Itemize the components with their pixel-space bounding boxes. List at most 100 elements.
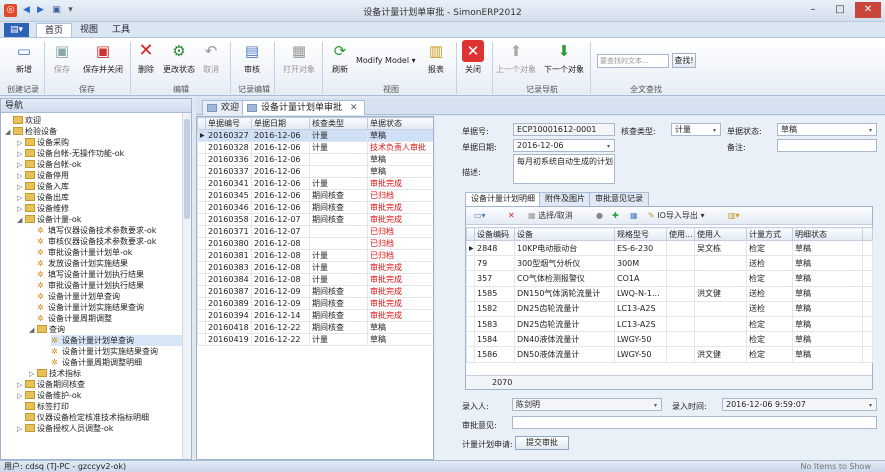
report-button[interactable]: ▥ 报表 [424,40,448,75]
column-header[interactable]: 设备 [514,227,615,241]
column-header[interactable]: 明细状态 [792,227,863,241]
tree-item[interactable]: ✲ 设备计量计划单查询 [51,335,186,346]
tree-item[interactable]: ✲ 填写设备计量计划执行结果 [37,269,144,280]
tree-item[interactable]: ▷ 设备授权人员调整-ok [17,423,113,434]
tree-item[interactable]: ◢ 设备计量-ok [17,214,81,225]
table-row[interactable]: ▶ 2848 10KP电动振动台 ES-6-230 吴文栋 检定 草稿 [466,239,873,257]
grid-icon[interactable]: ▦ [630,210,638,222]
tab-tools[interactable]: 工具 [104,23,138,37]
tab-plan-approval[interactable]: 设备计量计划单审批 ✕ [242,100,365,115]
tree-item[interactable]: ▷ 设备采购 [17,137,69,148]
entry-person-field[interactable]: 陈剑明 ▾ [512,398,662,411]
tree-item[interactable]: ▷ 设备台帐-ok [17,159,81,170]
column-header[interactable]: 计量方式 [746,227,793,241]
column-header[interactable]: 单据日期 [251,117,310,130]
calendar-dropdown-icon[interactable]: ▾ [604,141,613,150]
table-row[interactable]: 20160328 2016-12-06 计量 技术负责人审批 [197,141,433,154]
stop-icon[interactable]: ● [596,210,603,222]
collapse-icon[interactable]: ◢ [17,215,25,226]
table-row[interactable]: 20160387 2016-12-09 期间核查 审批完成 [197,285,433,298]
collapse-icon[interactable]: ◢ [5,127,13,138]
save-button[interactable]: ▣ 保存 [50,40,74,75]
dropdown-icon[interactable]: ▾ [651,400,660,409]
tree-item[interactable]: ▷ 设备期间核查 [17,379,85,390]
tree-item[interactable]: ▷ 设备出库 [17,192,69,203]
dropdown-icon[interactable]: ▾ [866,125,875,134]
tree-item[interactable]: 标签打印 [17,401,69,412]
io-button[interactable]: ✎ IO导入导出 ▾ [648,210,704,222]
nav-scrollbar[interactable] [182,113,191,459]
tree-item[interactable]: ✲ 设备计量计划单查询 [37,291,120,302]
tab-welcome[interactable]: 欢迎 [202,100,247,115]
tree-item[interactable]: ✲ 发放设备计划实施结果 [37,258,128,269]
add-icon[interactable]: ✚ [612,210,619,222]
desc-field[interactable]: 每月初系统自动生成的计划 [513,154,615,184]
tree-item[interactable]: ▷ 设备维护-ok [17,390,81,401]
table-row[interactable]: 20160345 2016-12-06 期间核查 已归档 [197,189,433,202]
column-header[interactable]: 核查类型 [309,117,368,130]
close-icon[interactable]: ✕ [855,2,881,18]
table-row[interactable]: 1583 DN25齿轮流量计 LC13-A2S 检定 草稿 [466,315,873,333]
report-icon[interactable]: ▥▾ [728,210,740,222]
tree-item[interactable]: ✲ 设备计量周期调整 [37,313,112,324]
tree-item[interactable]: ◢ 检验设备 [5,126,57,137]
dropdown-icon[interactable]: ▾ [866,400,875,409]
tab-home[interactable]: 首页 [36,23,73,37]
scrollbar-thumb[interactable] [184,119,190,219]
table-row[interactable]: 20160419 2016-12-22 计量 草稿 [197,333,433,346]
dropdown-icon[interactable]: ▾ [710,125,719,134]
table-row[interactable]: 20160341 2016-12-06 计量 审批完成 [197,177,433,190]
tree-item[interactable]: ✲ 设备计量周期调整明细 [51,357,142,368]
table-row[interactable]: 1586 DN50液体流量计 LWGY-50 洪文健 检定 草稿 [466,346,873,363]
entry-time-field[interactable]: 2016-12-06 9:59:07 ▾ [722,398,877,411]
maximize-icon[interactable]: □ [827,2,853,18]
new-button[interactable]: ▭ 新增 [10,40,38,75]
delete-button[interactable]: ✕ 删除 [134,40,158,75]
tree-item[interactable]: 仪器设备检定核准技术指标明细 [17,412,149,423]
next-object-button[interactable]: ⬇ 下一个对象 [544,40,584,75]
tab-view[interactable]: 视图 [72,23,106,37]
table-row[interactable]: 20160384 2016-12-08 计量 审批完成 [197,273,433,286]
tree-item[interactable]: ▷ 设备台帐-无操作功能-ok [17,148,124,159]
fulltext-search-input[interactable]: 要查找的文本... [597,54,669,68]
column-header[interactable]: 使用... [666,227,695,241]
doc-date-field[interactable]: 2016-12-06 ▾ [513,139,615,152]
tree-item[interactable]: ▷ 设备停用 [17,170,69,181]
table-row[interactable]: 20160381 2016-12-08 计量 已归档 [197,249,433,262]
tab-plan-details[interactable]: 设备计量计划明细 [465,192,541,207]
table-row[interactable]: 20160358 2016-12-07 期间核查 审批完成 [197,213,433,226]
tree-item[interactable]: ✲ 填写仪器设备技术参数要求-ok [37,225,156,236]
table-row[interactable]: 20160394 2016-12-14 期间核查 审批完成 [197,309,433,322]
tab-attachments[interactable]: 附件及图片 [539,192,591,206]
open-object-button[interactable]: ▦ 打开对象 [280,40,318,75]
table-row[interactable]: ▶ 20160327 2016-12-06 计量 草稿 [197,129,433,142]
tree-item[interactable]: ✲ 设备计量计划实施结果查询 [51,346,158,357]
table-row[interactable]: 1584 DN40液体流量计 LWGY-50 检定 草稿 [466,331,873,348]
table-row[interactable]: 20160336 2016-12-06 草稿 [197,153,433,166]
save-close-button[interactable]: ▣ 保存并关闭 [80,40,126,75]
check-type-select[interactable]: 计量 ▾ [671,123,721,136]
column-header[interactable]: 单据编号 [205,117,252,130]
table-row[interactable]: 20160371 2016-12-07 已归档 [197,225,433,238]
table-row[interactable]: 20160389 2016-12-09 期间核查 审批完成 [197,297,433,310]
close-button[interactable]: ✕ 关闭 [461,40,485,75]
table-row[interactable]: 79 300型烟气分析仪 300M 送检 草稿 [466,255,873,272]
table-row[interactable]: 20160418 2016-12-22 期间核查 草稿 [197,321,433,334]
table-row[interactable]: 20160346 2016-12-06 期间核查 审批完成 [197,201,433,214]
review-button[interactable]: ▤ 审核 [240,40,264,75]
cancel-button[interactable]: ↶ 取消 [200,40,222,75]
tree-item[interactable]: ▷ 设备维修 [17,203,69,214]
collapse-icon[interactable]: ◢ [29,325,37,336]
fulltext-search-button[interactable]: 查找! [672,53,696,68]
expand-icon[interactable]: ▷ [17,424,25,435]
tree-item[interactable]: ✲ 审核仪器设备技术参数要求-ok [37,236,156,247]
tree-item[interactable]: ▷ 设备入库 [17,181,69,192]
table-row[interactable]: 20160337 2016-12-06 草稿 [197,165,433,178]
tree-item[interactable]: ◢ 查询 [29,324,65,335]
submit-approval-button[interactable]: 提交审批 [515,436,569,450]
approval-opinion-field[interactable] [512,416,877,429]
table-row[interactable]: 357 CO气体检测报警仪 CO1A 检定 草稿 [466,270,873,287]
close-tab-icon[interactable]: ✕ [350,103,358,113]
tab-approval-records[interactable]: 审批意见记录 [589,192,649,206]
change-status-button[interactable]: ⚙ 更改状态 [162,40,196,75]
